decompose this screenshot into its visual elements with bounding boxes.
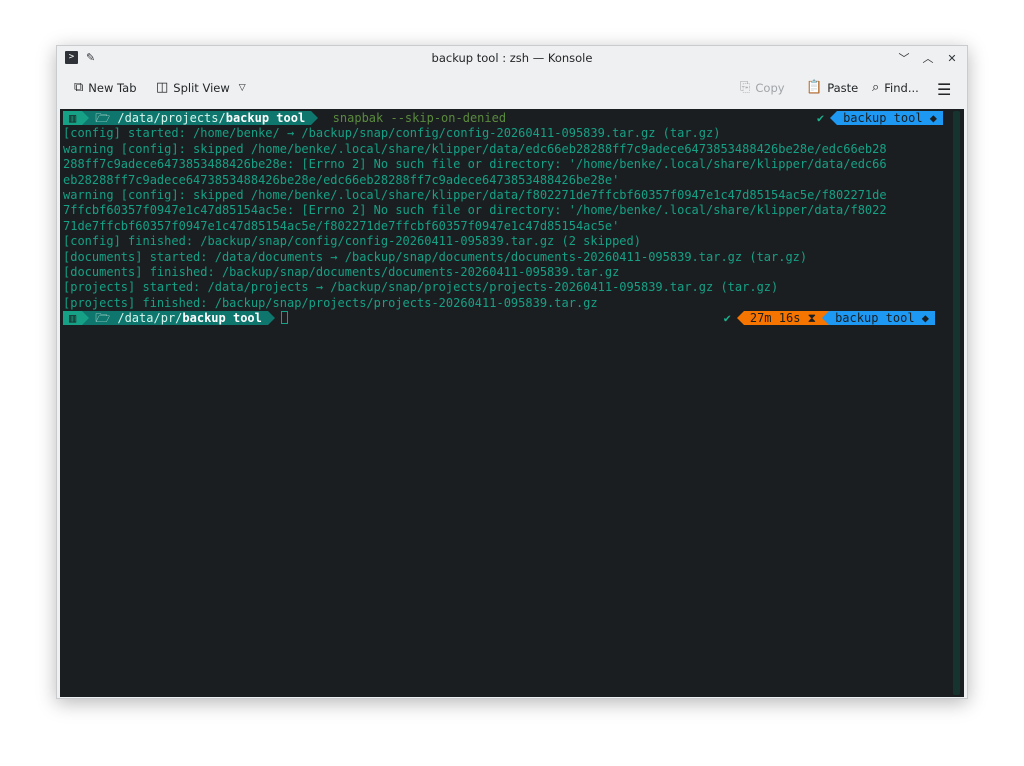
find-label: Find... [884, 80, 919, 95]
menu-icon: ☰ [937, 80, 952, 99]
check-icon: ✔ [723, 311, 731, 326]
check-icon: ✔ [816, 111, 825, 125]
os-icon: ▥ [63, 111, 83, 125]
directory-segment: 🗁 /data/pr/backup tool [89, 311, 268, 326]
scrollbar[interactable] [953, 111, 960, 695]
output-line: [projects] started: /data/projects → /ba… [63, 280, 779, 295]
right-prompt-2: ✔ 27m 16s ⧗ backup tool ◆ [724, 311, 935, 326]
segment-arrow [267, 311, 275, 326]
find-button[interactable]: ⌕ Find... [872, 80, 919, 95]
output-line: eb28288ff7c9adece6473853488426be28e/edc6… [63, 172, 620, 187]
output-line: [documents] finished: /backup/snap/docum… [63, 264, 620, 279]
close-icon[interactable]: ✕ [943, 50, 961, 66]
paste-label: Paste [827, 80, 859, 95]
context-segment: backup tool ◆ [829, 311, 935, 326]
elapsed-time-segment: 27m 16s ⧗ [743, 311, 823, 326]
segment-arrow [822, 311, 830, 326]
output-line: [config] finished: /backup/snap/config/c… [63, 234, 641, 249]
text-cursor[interactable] [280, 311, 288, 325]
directory-segment: 🗁 /data/projects/backup tool [89, 111, 312, 125]
folder-icon: 🗁 [95, 111, 111, 125]
segment-arrow [82, 311, 90, 326]
chevron-down-icon: ▽ [238, 82, 246, 93]
copy-icon: ⎘ [740, 80, 751, 95]
output-line: warning [config]: skipped /home/benke/.l… [63, 187, 887, 202]
copy-label: Copy [755, 80, 785, 95]
context-segment: backup tool ◆ [837, 111, 943, 125]
toolbar: ⧉ New Tab ◫ Split View ▽ ⎘ Copy 📋 Paste … [57, 71, 967, 109]
command-text: snapbak --skip-on-denied [332, 111, 507, 125]
copy-button[interactable]: ⎘ Copy [740, 80, 785, 95]
new-tab-icon: ⧉ [74, 80, 84, 95]
output-line: [documents] started: /data/documents → /… [63, 249, 808, 264]
output-line: 71de7ffcbf60357f0947e1c47d85154ac5e/f802… [63, 218, 620, 233]
os-icon: ▥ [63, 311, 83, 326]
output-line: 7ffcbf60357f0947e1c47d85154ac5e: [Errno … [63, 203, 887, 218]
maximize-icon[interactable]: ︿ [919, 50, 937, 66]
segment-arrow [82, 111, 90, 125]
window-title: backup tool : zsh — Konsole [431, 51, 593, 65]
new-tab-label: New Tab [88, 80, 137, 95]
output-line: warning [config]: skipped /home/benke/.l… [63, 141, 887, 156]
minimize-icon[interactable]: ﹀ [895, 50, 913, 66]
prompt-line-1: ▥ 🗁 /data/projects/backup tool snapbak --… [63, 111, 943, 126]
output-line: [config] started: /home/benke/ → /backup… [63, 126, 721, 141]
title-bar[interactable]: > ✎ backup tool : zsh — Konsole ﹀ ︿ ✕ [57, 46, 967, 71]
hamburger-menu-button[interactable]: ☰ [937, 80, 951, 99]
segment-arrow [830, 111, 838, 125]
paste-button[interactable]: 📋 Paste [806, 80, 858, 95]
paste-icon: 📋 [806, 80, 823, 95]
right-prompt-1: ✔ backup tool ◆ [817, 111, 943, 126]
folder-icon: 🗁 [95, 311, 111, 326]
output-line: [projects] finished: /backup/snap/projec… [63, 295, 598, 310]
search-icon: ⌕ [872, 80, 880, 95]
split-view-icon: ◫ [156, 80, 169, 95]
terminal-area[interactable]: ▥ 🗁 /data/projects/backup tool snapbak --… [60, 109, 964, 697]
split-view-label: Split View [173, 80, 230, 95]
segment-arrow [736, 311, 744, 326]
split-view-button[interactable]: ◫ Split View ▽ [156, 80, 246, 95]
segment-arrow [311, 111, 319, 125]
konsole-window: > ✎ backup tool : zsh — Konsole ﹀ ︿ ✕ ⧉ … [56, 45, 968, 699]
new-tab-button[interactable]: ⧉ New Tab [74, 80, 137, 95]
output-line: 288ff7c9adece6473853488426be28e: [Errno … [63, 157, 887, 172]
prompt-line-2: ▥ 🗁 /data/pr/backup tool ✔ 27m 16s ⧗ backup … [63, 311, 943, 326]
